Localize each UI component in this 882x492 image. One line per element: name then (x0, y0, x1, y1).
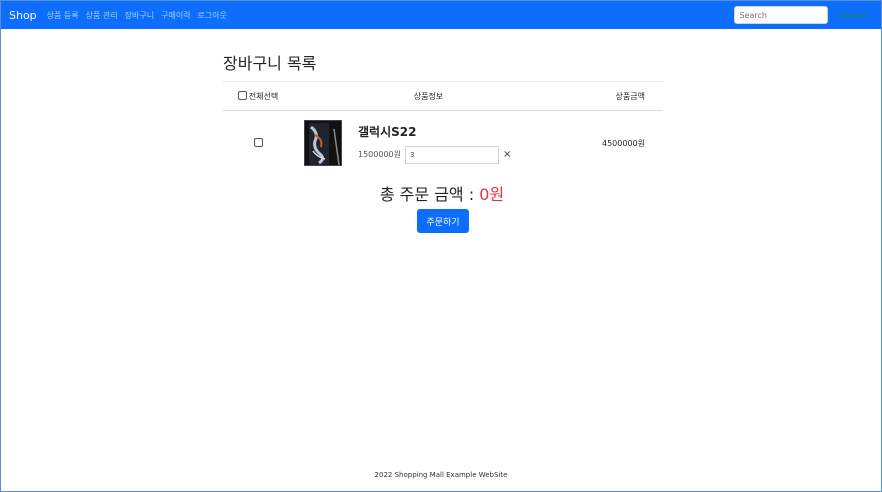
nav-link-manage-products[interactable]: 상품 관리 (86, 10, 118, 21)
phone-image-icon (305, 121, 341, 165)
table-header-row: 전체선택 상품정보 상품금액 (223, 81, 663, 111)
cart-table: 전체선택 상품정보 상품금액 갤럭시S22 1500000원 3 × 45000… (223, 81, 663, 175)
header-product-price: 상품금액 (564, 81, 663, 111)
nav-link-logout[interactable]: 로그아웃 (198, 10, 227, 21)
order-button[interactable]: 주문하기 (417, 209, 469, 233)
brand-link[interactable]: Shop (9, 9, 37, 22)
item-checkbox[interactable] (253, 137, 263, 147)
search-input[interactable] (733, 6, 828, 24)
quantity-input[interactable] (405, 145, 499, 164)
order-total-amount: 0원 (479, 185, 505, 204)
product-image[interactable] (304, 120, 342, 166)
header-product-info: 상품정보 (293, 81, 564, 111)
search-button[interactable]: Search (834, 6, 873, 24)
unit-price: 1500000원 (358, 150, 401, 159)
nav-link-order-history[interactable]: 구매이력 (161, 10, 190, 21)
navbar: Shop 상품 등록 상품 관리 장바구니 구매이력 로그아웃 Search (1, 1, 881, 29)
header-select-all: 전체선택 (223, 81, 293, 111)
page-title: 장바구니 목록 (223, 54, 317, 73)
footer-text: 2022 Shopping Mall Example WebSite (374, 471, 508, 479)
search-form: Search (733, 6, 873, 24)
order-total-label: 총 주문 금액 : (379, 185, 480, 204)
select-all-checkbox[interactable] (237, 90, 247, 100)
remove-item-button[interactable]: × (503, 149, 511, 160)
table-row: 갤럭시S22 1500000원 × 4500000원 (223, 111, 663, 176)
app-window: Shop 상품 등록 상품 관리 장바구니 구매이력 로그아웃 Search 장… (0, 0, 882, 492)
nav-link-register-product[interactable]: 상품 등록 (47, 10, 79, 21)
product-name[interactable]: 갤럭시S22 (358, 123, 511, 140)
row-check-cell (223, 111, 293, 176)
order-total: 총 주문 금액 : 0원 (1, 181, 881, 205)
select-all-label: 전체선택 (248, 91, 279, 101)
nav-link-cart[interactable]: 장바구니 (125, 10, 154, 21)
item-total-price: 4500000원 (602, 138, 645, 148)
product-info-cell: 갤럭시S22 1500000원 × (293, 111, 564, 176)
